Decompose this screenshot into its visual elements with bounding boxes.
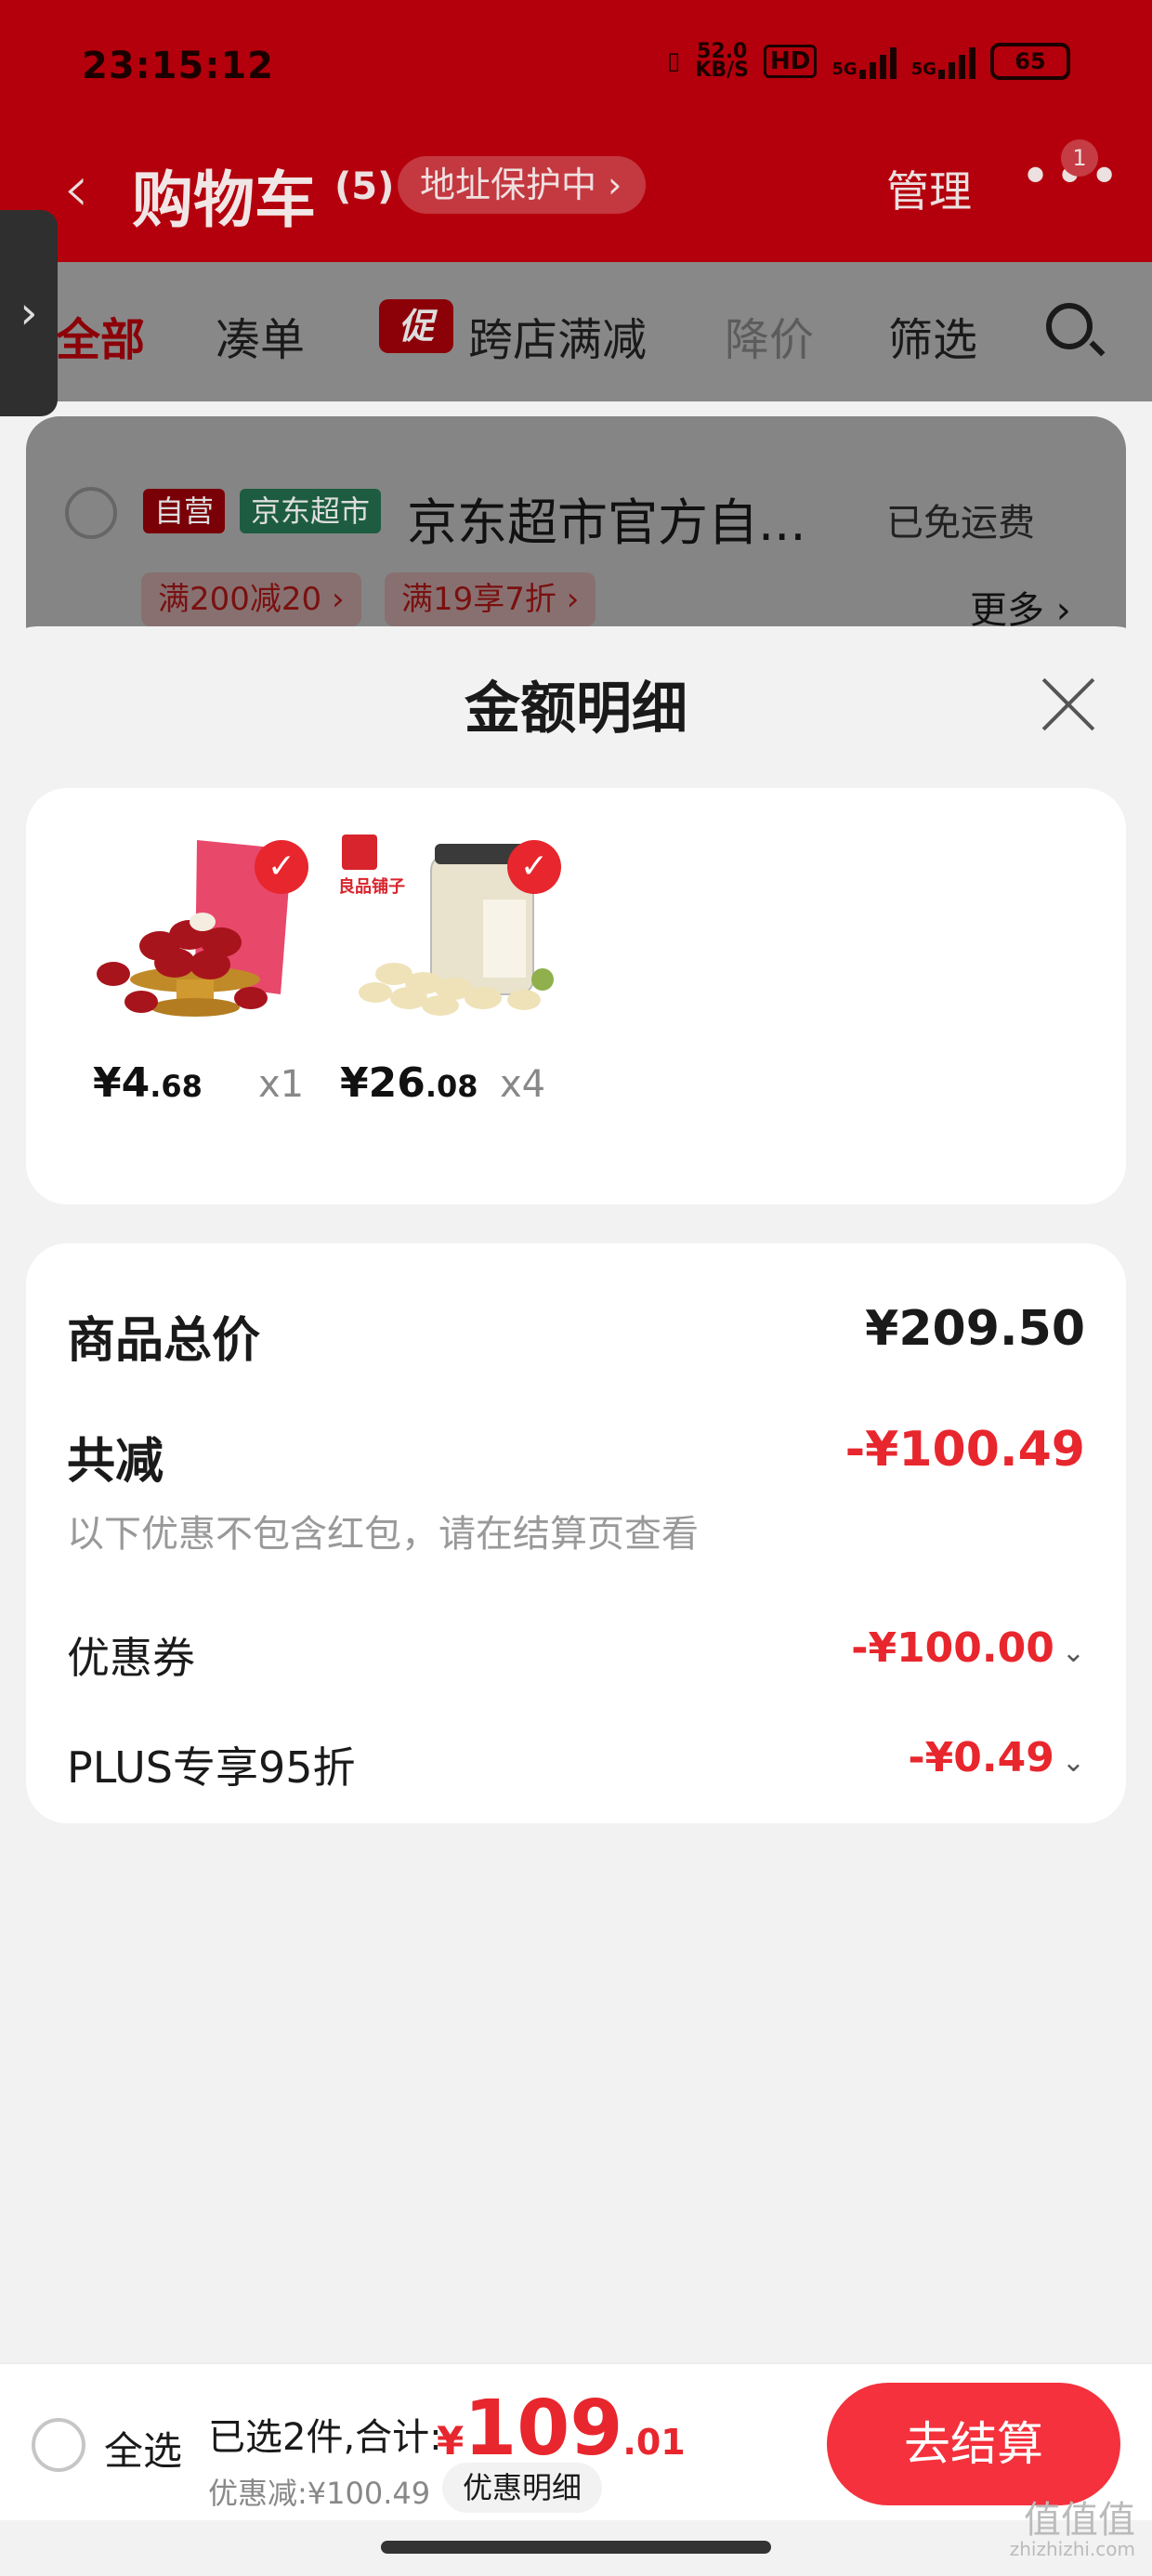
- jd-mart-tag: 京东超市: [240, 489, 382, 533]
- signal-icon-1: 5G: [831, 44, 897, 79]
- back-arrow-icon[interactable]: ‹: [63, 151, 89, 227]
- battery-icon: 65: [990, 43, 1070, 80]
- tab-cross-store[interactable]: 跨店满减: [468, 303, 647, 368]
- self-operated-tag: 自营: [143, 489, 226, 533]
- checkout-button[interactable]: 去结算: [827, 2383, 1120, 2505]
- tab-all[interactable]: 全部: [56, 303, 145, 368]
- home-indicator[interactable]: [381, 2541, 771, 2554]
- tab-combine[interactable]: 凑单: [216, 303, 305, 368]
- total-value: ¥209.50: [865, 1301, 1085, 1357]
- reduce-label: 共减: [67, 1434, 164, 1490]
- selected-check-icon: ✓: [255, 840, 308, 894]
- hd-icon: HD: [764, 45, 818, 78]
- total-label: 商品总价: [67, 1313, 261, 1369]
- selected-check-icon: ✓: [507, 840, 561, 894]
- store-name[interactable]: 京东超市官方自...: [407, 481, 806, 555]
- free-shipping-label: 已免运费: [886, 502, 1035, 545]
- plus-label: PLUS专享95折: [67, 1742, 356, 1793]
- net-speed: 52.0 KB/S: [695, 40, 750, 82]
- product-qty-2: x4: [500, 1063, 546, 1106]
- close-icon[interactable]: [1041, 677, 1096, 732]
- product-image-dates[interactable]: ✓: [85, 835, 308, 1020]
- selected-summary: 已选2件,合计:: [208, 2416, 442, 2459]
- search-icon[interactable]: [1046, 303, 1093, 349]
- chevron-down-icon[interactable]: ⌄: [1062, 1746, 1085, 1779]
- header-area: 23:15:12 ▯ 52.0 KB/S HD 5G 5G 65 ‹ 购物车 (5…: [0, 0, 1152, 262]
- address-protect-button[interactable]: 地址保护中 ›: [398, 156, 647, 214]
- plus-value: -¥0.49: [908, 1734, 1054, 1781]
- reduce-value: -¥100.49: [844, 1422, 1085, 1478]
- select-all-radio[interactable]: [32, 2418, 85, 2472]
- store-select-radio[interactable]: [65, 487, 117, 539]
- grand-total: ¥109.01: [437, 2385, 686, 2473]
- coupon-value-wrap: -¥100.00 ⌄: [851, 1624, 1085, 1672]
- checkout-bar: 全选 已选2件,合计: ¥109.01 优惠减:¥100.49 优惠明细 去结算: [0, 2362, 1152, 2520]
- product-card: ✓ 良品铺子 ✓ ¥4.68 x1 ¥26.08 x4: [26, 788, 1126, 1204]
- discount-note: 以下优惠不包含红包，请在结算页查看: [67, 1513, 699, 1556]
- tab-filter[interactable]: 筛选: [888, 303, 977, 368]
- status-time: 23:15:12: [82, 45, 274, 87]
- select-all-label[interactable]: 全选: [104, 2420, 182, 2477]
- product-image-cashews[interactable]: 良品铺子 ✓: [338, 835, 561, 1020]
- vibrate-icon: ▯: [667, 47, 681, 75]
- nav-bar: ‹ 购物车 (5) 地址保护中 › 管理 ••• 1: [0, 139, 1152, 236]
- promo-tag: 促: [379, 299, 453, 353]
- watermark: 值值值 zhizhizhi.com: [1009, 2499, 1135, 2560]
- tab-price-drop[interactable]: 降价: [725, 303, 814, 368]
- signal-icon-2: 5G: [911, 44, 975, 79]
- product-qty-1: x1: [258, 1063, 305, 1106]
- filter-bar: 全部 凑单 促 跨店满减 降价 筛选: [0, 262, 1152, 401]
- coupon-label: 优惠券: [67, 1633, 195, 1683]
- price-summary-card: 商品总价 ¥209.50 共减 -¥100.49 以下优惠不包含红包，请在结算页…: [26, 1243, 1126, 1823]
- coupon-value: -¥100.00: [851, 1624, 1054, 1672]
- chevron-down-icon[interactable]: ⌄: [1062, 1636, 1085, 1669]
- store-coupon-1[interactable]: 满200减20 ›: [141, 572, 361, 626]
- status-icons: ▯ 52.0 KB/S HD 5G 5G 65: [667, 40, 1070, 82]
- status-bar: 23:15:12 ▯ 52.0 KB/S HD 5G 5G 65: [0, 37, 1152, 102]
- page-title: 购物车: [132, 164, 316, 236]
- discount-summary: 优惠减:¥100.49: [208, 2476, 431, 2511]
- product-price-1: ¥4.68: [93, 1059, 203, 1107]
- plus-value-wrap: -¥0.49 ⌄: [908, 1734, 1085, 1781]
- sheet-title: 金额明细: [465, 677, 687, 742]
- product-price-2: ¥26.08: [340, 1059, 478, 1107]
- discount-detail-button[interactable]: 优惠明细: [442, 2463, 603, 2513]
- notification-badge: 1: [1061, 139, 1098, 177]
- brand-logo-text: 良品铺子: [338, 877, 405, 897]
- amount-detail-sheet: 金额明细 ✓ 良品铺子 ✓ ¥4.68 x1 ¥26.08 x4 商品总价 ¥2…: [0, 626, 1152, 2362]
- store-coupon-2[interactable]: 满19享7折 ›: [385, 572, 596, 626]
- cart-count: (5): [334, 165, 395, 208]
- side-expand-tab[interactable]: ›: [0, 210, 58, 416]
- manage-button[interactable]: 管理: [886, 158, 972, 219]
